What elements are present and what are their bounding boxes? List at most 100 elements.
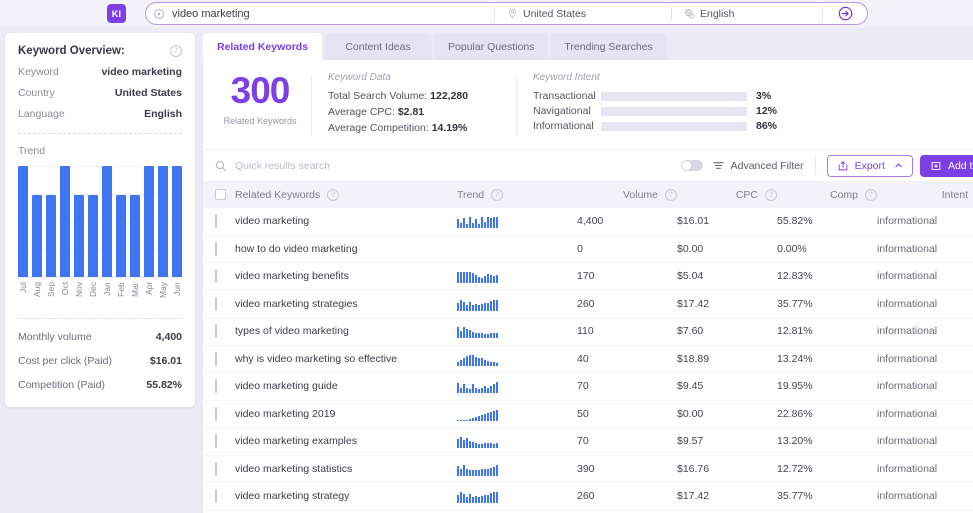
question-mark-icon[interactable]: ? xyxy=(327,188,340,201)
row-checkbox[interactable] xyxy=(215,241,217,256)
cell-trend xyxy=(457,269,577,284)
column-header-cpc[interactable]: CPC ? xyxy=(677,188,777,201)
row-checkbox[interactable] xyxy=(215,434,217,449)
results-toggle[interactable] xyxy=(680,160,703,171)
tab-content-ideas[interactable]: Content Ideas xyxy=(324,33,433,60)
field-value: United States xyxy=(114,87,182,99)
login-arrow-icon[interactable] xyxy=(823,6,867,21)
trend-month-label: May xyxy=(158,282,168,299)
row-checkbox[interactable] xyxy=(215,269,217,284)
cell-keyword: types of video marketing xyxy=(235,325,349,338)
column-header-comp[interactable]: Comp ? xyxy=(777,188,877,201)
column-header-intent[interactable]: Intent ? xyxy=(877,189,973,201)
trend-month-labels: Jul Aug Sep Oct Nov Dec Jan Feb Mar Apr May Jun xyxy=(18,282,182,312)
export-button[interactable]: Export xyxy=(826,154,913,177)
cell-comp: 35.77% xyxy=(777,490,813,503)
table-row[interactable]: why is video marketing so effective 40 $… xyxy=(203,346,973,373)
intent-percent: 86% xyxy=(756,120,778,132)
cell-intent: informational xyxy=(877,325,938,338)
trend-chart xyxy=(18,166,182,278)
table-row[interactable]: video marketing examples 70 $9.57 13.20%… xyxy=(203,428,973,456)
keyword-intent-row: Transactional 3% xyxy=(533,90,973,102)
keyword-data-line: Average Competition: 14.19% xyxy=(328,122,468,134)
cell-cpc: $9.57 xyxy=(677,435,704,448)
question-mark-icon[interactable]: ? xyxy=(665,188,677,201)
language-label: English xyxy=(700,7,735,20)
table-row[interactable]: video marketing strategies 260 $17.42 35… xyxy=(203,291,973,318)
related-keywords-panel: 300 Related Keywords Keyword Data Total … xyxy=(203,60,973,513)
trend-month-label: Nov xyxy=(74,282,84,298)
tab-trending-searches[interactable]: Trending Searches xyxy=(550,33,667,60)
trend-bar xyxy=(32,194,42,277)
row-checkbox[interactable] xyxy=(215,214,217,229)
table-row[interactable]: types of video marketing 110 $7.60 12.81… xyxy=(203,318,973,346)
sparkline xyxy=(457,214,577,229)
cell-comp: 13.20% xyxy=(777,435,813,448)
row-checkbox[interactable] xyxy=(215,461,217,476)
cell-cpc: $5.04 xyxy=(677,270,704,283)
cell-cpc: $0.00 xyxy=(677,407,704,420)
export-label: Export xyxy=(854,159,885,172)
cell-intent: informational xyxy=(877,297,938,310)
column-label: Comp xyxy=(829,188,858,201)
cell-cpc: $16.01 xyxy=(677,215,710,228)
question-mark-icon[interactable]: ? xyxy=(865,188,877,201)
column-header-volume[interactable]: Volume ? xyxy=(577,188,677,201)
field-value: video marketing xyxy=(101,66,182,78)
row-checkbox[interactable] xyxy=(215,296,217,311)
page-title: Keyword Overview: xyxy=(18,45,125,57)
advanced-filter-button[interactable]: Advanced Filter xyxy=(712,159,804,172)
select-all-checkbox[interactable] xyxy=(215,189,226,200)
row-checkbox[interactable] xyxy=(215,351,217,366)
add-to-collection-button[interactable]: Add to collection xyxy=(919,154,973,177)
question-mark-icon[interactable]: ? xyxy=(491,188,504,201)
cell-volume: 260 xyxy=(577,297,595,310)
table-row[interactable]: video marketing 4,400 $16.01 55.82% info… xyxy=(203,208,973,236)
quick-search-input[interactable] xyxy=(235,159,681,172)
field-label: Keyword xyxy=(18,66,59,78)
table-row[interactable]: video marketing benefits 170 $5.04 12.83… xyxy=(203,263,973,291)
keyword-intent-title: Keyword Intent xyxy=(533,72,600,83)
cell-trend xyxy=(457,489,577,504)
column-label: CPC xyxy=(735,188,758,201)
country-selector[interactable]: United States xyxy=(495,8,671,20)
table-row[interactable]: video marketing 2019 50 $0.00 22.86% inf… xyxy=(203,401,973,428)
search-icon xyxy=(215,160,227,172)
cell-cpc: $9.45 xyxy=(677,380,704,393)
sparkline xyxy=(457,379,577,394)
table-row[interactable]: how to do video marketing 0 $0.00 0.00% … xyxy=(203,236,973,263)
row-checkbox-cell xyxy=(203,434,235,449)
question-mark-icon[interactable]: ? xyxy=(170,45,182,57)
cell-intent: informational xyxy=(877,380,938,393)
column-header-related-keywords[interactable]: Related Keywords ? xyxy=(235,188,457,201)
column-header-trend[interactable]: Trend ? xyxy=(457,188,577,201)
trend-month-label: Feb xyxy=(116,282,126,297)
row-checkbox[interactable] xyxy=(215,324,217,339)
row-checkbox-cell xyxy=(203,351,235,366)
row-checkbox[interactable] xyxy=(215,379,217,394)
app-logo[interactable]: KI xyxy=(107,4,126,23)
question-mark-icon[interactable]: ? xyxy=(765,188,777,201)
tab-related-keywords[interactable]: Related Keywords xyxy=(203,33,323,60)
row-checkbox[interactable] xyxy=(215,489,217,504)
table-row[interactable]: video marketing statistics 390 $16.76 12… xyxy=(203,456,973,483)
cell-intent: informational xyxy=(877,215,938,228)
table-row[interactable]: video marketing strategy 260 $17.42 35.7… xyxy=(203,483,973,511)
cell-trend xyxy=(457,407,577,421)
cell-intent: informational xyxy=(877,490,938,503)
cell-cpc: $18.89 xyxy=(677,352,710,365)
row-checkbox[interactable] xyxy=(215,406,217,421)
sparkline xyxy=(457,489,577,504)
global-search-input[interactable] xyxy=(172,7,494,20)
cell-volume: 260 xyxy=(577,490,595,503)
intent-bar-track xyxy=(601,121,747,131)
cell-volume: 4,400 xyxy=(577,215,604,228)
add-to-collection-label: Add to collection xyxy=(947,159,973,172)
tab-popular-questions[interactable]: Popular Questions xyxy=(434,33,549,60)
table-row[interactable]: video marketing guide 70 $9.45 19.95% in… xyxy=(203,373,973,401)
quick-search[interactable] xyxy=(215,159,681,172)
global-search-bar[interactable]: United States English xyxy=(145,2,868,25)
cell-volume: 110 xyxy=(577,325,594,338)
cell-intent: informational xyxy=(877,407,938,420)
language-selector[interactable]: English xyxy=(672,8,822,20)
